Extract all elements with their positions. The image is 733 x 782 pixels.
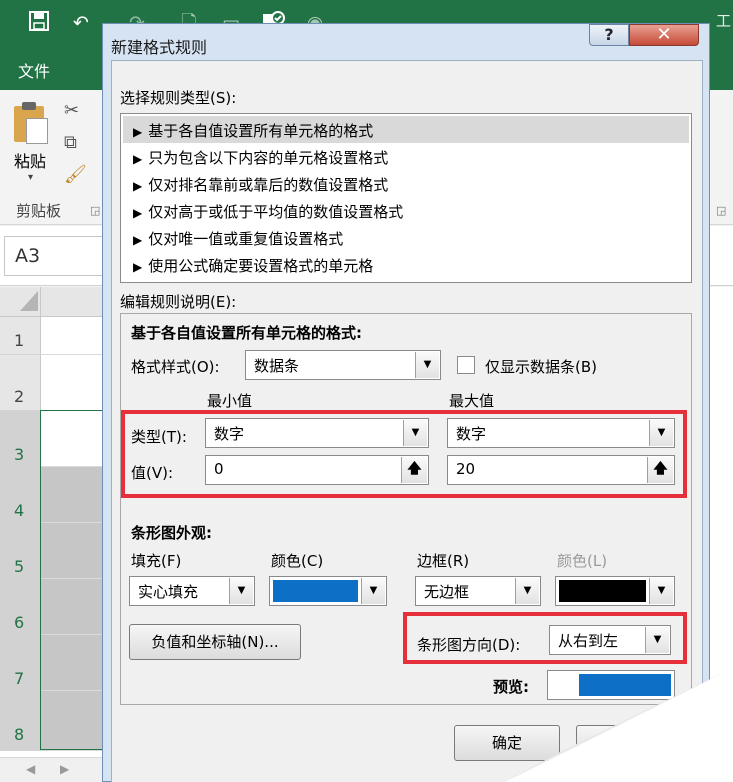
chevron-down-icon[interactable]: ▼ bbox=[649, 578, 673, 604]
border-select[interactable]: 无边框 ▼ bbox=[415, 576, 541, 606]
undo-icon[interactable]: ↶ bbox=[68, 10, 94, 36]
rule-type-label: 仅对排名靠前或靠后的数值设置格式 bbox=[148, 176, 389, 194]
border-label: 边框(R) bbox=[417, 552, 470, 570]
edit-rule-panel: 基于各自值设置所有单元格的格式: 格式样式(O): 数据条 ▼ 仅显示数据条(B… bbox=[120, 313, 692, 705]
cut-icon[interactable]: ✂ bbox=[64, 100, 79, 121]
format-painter-icon[interactable]: 🖌 bbox=[64, 164, 87, 185]
show-bar-only-checkbox[interactable] bbox=[457, 356, 475, 374]
rule-type-list[interactable]: ▶ 基于各自值设置所有单元格的格式 ▶ 只为包含以下内容的单元格设置格式 ▶ 仅对排名… bbox=[120, 113, 692, 283]
name-box[interactable]: A3 bbox=[4, 236, 104, 276]
edit-heading: 基于各自值设置所有单元格的格式: bbox=[131, 324, 363, 342]
fill-color-label: 颜色(C) bbox=[271, 552, 324, 570]
rule-type-label: 只为包含以下内容的单元格设置格式 bbox=[148, 149, 389, 167]
column-header-a[interactable] bbox=[41, 287, 103, 317]
fill-color-picker[interactable]: ▼ bbox=[269, 576, 387, 606]
triangle-right-icon: ▶ bbox=[133, 233, 143, 247]
triangle-right-icon: ▶ bbox=[133, 206, 143, 220]
scroll-right-icon[interactable]: ▶ bbox=[60, 762, 69, 776]
row-header[interactable]: 1 bbox=[0, 317, 41, 355]
row-header[interactable]: 8 bbox=[0, 691, 41, 751]
negative-axis-button[interactable]: 负值和坐标轴(N)... bbox=[129, 624, 301, 660]
select-all-triangle-icon bbox=[20, 291, 38, 311]
triangle-right-icon: ▶ bbox=[133, 179, 143, 193]
show-bar-only-label: 仅显示数据条(B) bbox=[485, 358, 597, 376]
bar-appearance-heading: 条形图外观: bbox=[131, 524, 212, 542]
window-title-fragment: 工 bbox=[715, 12, 731, 30]
paste-icon[interactable] bbox=[12, 100, 48, 144]
preview-box bbox=[547, 670, 675, 700]
border-color-swatch bbox=[559, 580, 646, 602]
fill-select[interactable]: 实心填充 ▼ bbox=[129, 576, 255, 606]
cell[interactable] bbox=[41, 355, 103, 411]
row-header[interactable]: 6 bbox=[0, 579, 41, 635]
format-style-label: 格式样式(O): bbox=[131, 358, 220, 376]
copy-icon[interactable]: ⧉ bbox=[64, 132, 77, 153]
highlight-box-direction bbox=[403, 612, 687, 664]
rule-type-label: 使用公式确定要设置格式的单元格 bbox=[148, 257, 374, 275]
clipboard-launcher-icon[interactable]: ◲ bbox=[90, 204, 100, 217]
max-header: 最大值 bbox=[449, 392, 495, 410]
rule-type-item[interactable]: ▶ 仅对唯一值或重复值设置格式 bbox=[123, 224, 689, 251]
row-header[interactable]: 5 bbox=[0, 523, 41, 579]
cell[interactable] bbox=[41, 317, 103, 355]
row-header[interactable]: 7 bbox=[0, 635, 41, 691]
select-rule-type-label: 选择规则类型(S): bbox=[120, 89, 237, 107]
rule-type-item[interactable]: ▶ 基于各自值设置所有单元格的格式 bbox=[123, 116, 689, 143]
border-color-picker[interactable]: ▼ bbox=[555, 576, 675, 606]
fill-color-swatch bbox=[273, 580, 358, 602]
min-header: 最小值 bbox=[207, 392, 253, 410]
chevron-down-icon[interactable]: ▼ bbox=[415, 352, 439, 378]
border-value: 无边框 bbox=[424, 583, 470, 601]
chevron-down-icon[interactable]: ▼ bbox=[361, 578, 385, 604]
rule-type-item[interactable]: ▶ 仅对高于或低于平均值的数值设置格式 bbox=[123, 197, 689, 224]
group-launcher-icon[interactable]: ◲ bbox=[716, 204, 726, 217]
scroll-left-icon[interactable]: ◀ bbox=[26, 762, 35, 776]
tab-file[interactable]: 文件 bbox=[18, 58, 50, 82]
edit-rule-label: 编辑规则说明(E): bbox=[120, 293, 237, 311]
paste-button-label[interactable]: 粘贴 bbox=[14, 148, 46, 172]
row-header[interactable]: 2 bbox=[0, 355, 41, 411]
rule-type-item[interactable]: ▶ 使用公式确定要设置格式的单元格 bbox=[123, 251, 689, 278]
cancel-button[interactable] bbox=[576, 725, 682, 761]
fill-value: 实心填充 bbox=[138, 583, 199, 601]
preview-label: 预览: bbox=[493, 678, 529, 696]
highlight-box-min-max bbox=[121, 410, 687, 498]
help-button[interactable]: ? bbox=[589, 24, 629, 46]
border-color-label: 颜色(L) bbox=[557, 552, 608, 570]
rule-type-item[interactable]: ▶ 只为包含以下内容的单元格设置格式 bbox=[123, 143, 689, 170]
fill-label: 填充(F) bbox=[131, 552, 182, 570]
preview-bar bbox=[579, 674, 671, 696]
rule-type-item[interactable]: ▶ 仅对排名靠前或靠后的数值设置格式 bbox=[123, 170, 689, 197]
dialog-body: 选择规则类型(S): ▶ 基于各自值设置所有单元格的格式 ▶ 只为包含以下内容的单元… bbox=[111, 60, 703, 782]
chevron-down-icon[interactable]: ▼ bbox=[515, 578, 539, 604]
rule-type-label: 仅对高于或低于平均值的数值设置格式 bbox=[148, 203, 404, 221]
triangle-right-icon: ▶ bbox=[133, 152, 143, 166]
rule-type-label: 基于各自值设置所有单元格的格式 bbox=[148, 122, 374, 140]
selection-border bbox=[40, 410, 104, 750]
clipboard-group-label: 剪贴板 bbox=[16, 202, 62, 220]
row-header[interactable]: 4 bbox=[0, 467, 41, 523]
row-header[interactable]: 3 bbox=[0, 411, 41, 467]
triangle-right-icon: ▶ bbox=[133, 260, 143, 274]
rule-type-label: 仅对唯一值或重复值设置格式 bbox=[148, 230, 344, 248]
paste-dropdown-icon[interactable]: ▾ bbox=[28, 172, 33, 183]
ok-button[interactable]: 确定 bbox=[454, 725, 560, 761]
dialog-title: 新建格式规则 bbox=[111, 38, 208, 57]
triangle-right-icon: ▶ bbox=[133, 125, 143, 139]
new-format-rule-dialog: 新建格式规则 ? ✕ 选择规则类型(S): ▶ 基于各自值设置所有单元格的格式 ▶… bbox=[102, 23, 710, 782]
save-icon[interactable] bbox=[26, 10, 52, 36]
chevron-down-icon[interactable]: ▼ bbox=[229, 578, 253, 604]
format-style-select[interactable]: 数据条 ▼ bbox=[245, 350, 441, 380]
format-style-value: 数据条 bbox=[254, 357, 300, 375]
close-button[interactable]: ✕ bbox=[629, 24, 699, 46]
